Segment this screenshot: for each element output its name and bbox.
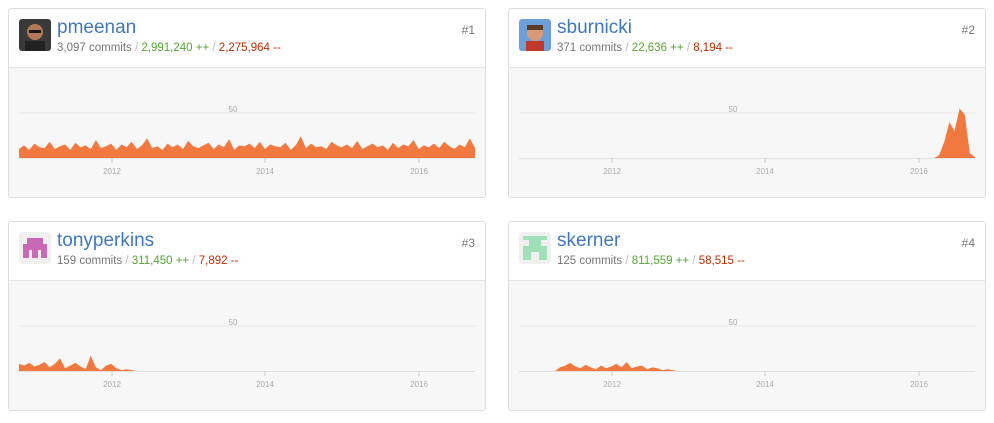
additions-count: 811,559 ++ <box>631 255 690 267</box>
y-tick-label: 50 <box>229 105 238 114</box>
separator: / <box>134 42 139 54</box>
additions-count: 2,991,240 ++ <box>141 42 210 54</box>
commit-area-series <box>519 362 975 371</box>
commit-area-series <box>19 136 475 158</box>
separator: / <box>192 255 196 267</box>
contribution-stats: 3,097 commits / 2,991,240 ++ / 2,275,964… <box>57 42 281 54</box>
contribution-stats: 125 commits / 811,559 ++ / 58,515 -- <box>557 255 745 267</box>
username-link[interactable]: skerner <box>557 230 620 252</box>
deletions-count: 2,275,964 -- <box>218 42 281 54</box>
separator: / <box>212 42 216 54</box>
y-tick-label: 50 <box>729 318 738 327</box>
chart-svg: 50 2012 2014 2016 <box>19 318 475 389</box>
username-link[interactable]: pmeenan <box>57 17 136 39</box>
x-tick-label: 2012 <box>103 380 121 389</box>
contributor-card: pmeenan 3,097 commits / 2,991,240 ++ / 2… <box>8 8 486 198</box>
deletions-count: 7,892 -- <box>198 255 239 267</box>
commit-activity-chart: 50 2012 2014 2016 <box>509 68 985 197</box>
avatar[interactable] <box>19 19 51 51</box>
avatar[interactable] <box>519 232 551 264</box>
separator: / <box>686 42 691 54</box>
contributor-card: tonyperkins 159 commits / 311,450 ++ / 7… <box>8 221 486 411</box>
x-tick-label: 2016 <box>910 380 928 389</box>
separator: / <box>625 255 629 267</box>
username-link[interactable]: sburnicki <box>557 17 632 39</box>
contributor-card: sburnicki 371 commits / 22,636 ++ / 8,19… <box>508 8 986 198</box>
x-tick-label: 2012 <box>603 167 621 176</box>
x-tick-label: 2016 <box>410 380 428 389</box>
commit-activity-chart: 50 2012 2014 2016 <box>9 281 485 410</box>
rank-label: #1 <box>461 23 475 37</box>
avatar-photo-icon <box>519 19 551 51</box>
commit-count[interactable]: 371 commits <box>557 42 622 54</box>
commit-activity-chart: 50 2012 2014 2016 <box>509 281 985 410</box>
additions-count: 22,636 ++ <box>631 42 684 54</box>
card-header: sburnicki 371 commits / 22,636 ++ / 8,19… <box>509 9 985 68</box>
avatar-photo-icon <box>19 19 51 51</box>
chart-svg: 50 2012 2014 2016 <box>519 318 975 389</box>
commit-count[interactable]: 159 commits <box>57 255 122 267</box>
commit-count[interactable]: 125 commits <box>557 255 622 267</box>
card-header: tonyperkins 159 commits / 311,450 ++ / 7… <box>9 222 485 281</box>
additions-count: 311,450 ++ <box>131 255 190 267</box>
commit-count[interactable]: 3,097 commits <box>57 42 132 54</box>
y-tick-label: 50 <box>729 105 738 114</box>
card-header: pmeenan 3,097 commits / 2,991,240 ++ / 2… <box>9 9 485 68</box>
rank-label: #3 <box>461 236 475 250</box>
separator: / <box>692 255 696 267</box>
x-tick-label: 2014 <box>256 167 274 176</box>
x-tick-label: 2014 <box>756 380 774 389</box>
avatar[interactable] <box>19 232 51 264</box>
card-header: skerner 125 commits / 811,559 ++ / 58,51… <box>509 222 985 281</box>
x-tick-label: 2014 <box>256 380 274 389</box>
rank-label: #2 <box>961 23 975 37</box>
separator: / <box>125 255 129 267</box>
contribution-stats: 371 commits / 22,636 ++ / 8,194 -- <box>557 42 733 54</box>
contribution-stats: 159 commits / 311,450 ++ / 7,892 -- <box>57 255 238 267</box>
contributor-card: skerner 125 commits / 811,559 ++ / 58,51… <box>508 221 986 411</box>
identicon-icon <box>19 232 51 264</box>
commit-area-series <box>19 355 475 371</box>
username-link[interactable]: tonyperkins <box>57 230 154 252</box>
avatar[interactable] <box>519 19 551 51</box>
separator: / <box>625 42 629 54</box>
x-tick-label: 2012 <box>603 380 621 389</box>
chart-svg: 50 2012 2014 2016 <box>519 105 975 176</box>
x-tick-label: 2014 <box>756 167 774 176</box>
x-tick-label: 2016 <box>410 167 428 176</box>
commit-area-series <box>519 108 975 158</box>
chart-svg: 50 2012 2014 2016 <box>19 105 475 176</box>
rank-label: #4 <box>961 236 975 250</box>
deletions-count: 58,515 -- <box>698 255 745 267</box>
x-tick-label: 2016 <box>910 167 928 176</box>
commit-activity-chart: 50 2012 2014 2016 <box>9 68 485 197</box>
y-tick-label: 50 <box>229 318 238 327</box>
x-tick-label: 2012 <box>103 167 121 176</box>
deletions-count: 8,194 -- <box>693 42 733 54</box>
identicon-icon <box>519 232 551 264</box>
